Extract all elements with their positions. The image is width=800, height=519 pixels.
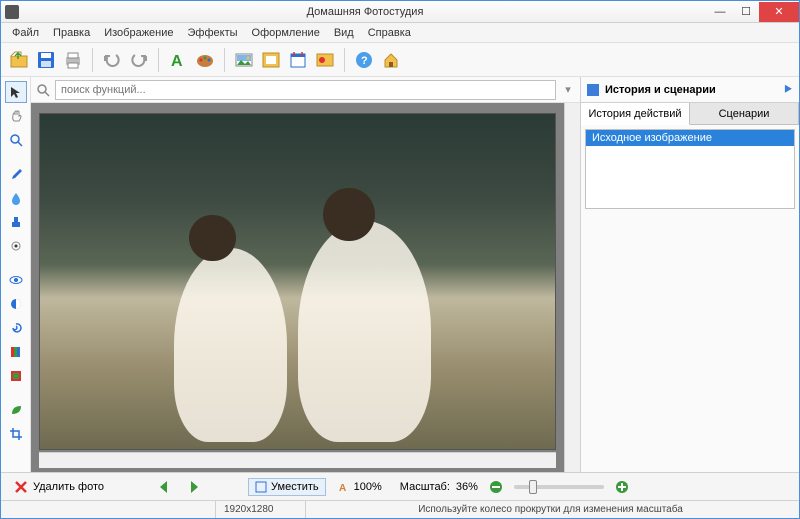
contrast-tool[interactable]	[5, 293, 27, 315]
menu-edit[interactable]: Правка	[46, 25, 97, 41]
app-icon	[5, 5, 19, 19]
zoom-100-button[interactable]: A 100%	[332, 479, 388, 495]
menu-effects[interactable]: Эффекты	[181, 25, 245, 41]
history-item[interactable]: Исходное изображение	[586, 130, 794, 146]
help-button[interactable]: ?	[352, 48, 376, 72]
right-panel: История и сценарии ⯈ История действий Сц…	[580, 77, 799, 472]
panel-header: История и сценарии ⯈	[581, 77, 799, 103]
zoom-tool[interactable]	[5, 129, 27, 151]
canvas[interactable]	[31, 103, 564, 472]
lighten-tool[interactable]	[5, 235, 27, 257]
save-button[interactable]	[34, 48, 58, 72]
open-button[interactable]	[7, 48, 31, 72]
search-dropdown[interactable]: ▾	[560, 83, 576, 96]
tab-scenarios[interactable]: Сценарии	[690, 103, 799, 124]
menu-help[interactable]: Справка	[361, 25, 418, 41]
zoom-in-button[interactable]	[610, 475, 634, 499]
v-scrollbar[interactable]	[564, 103, 580, 472]
history-icon	[587, 84, 599, 96]
fit-icon	[255, 481, 267, 493]
svg-text:A: A	[171, 53, 183, 70]
color-bars-tool[interactable]	[5, 341, 27, 363]
titlebar: Домашняя Фотостудия — ☐ ✕	[1, 1, 799, 23]
search-bar: ▾	[31, 77, 580, 103]
svg-text:A: A	[339, 483, 346, 493]
window-title: Домашняя Фотостудия	[23, 6, 707, 18]
clone-tool[interactable]	[5, 211, 27, 233]
text-button[interactable]: A	[166, 48, 190, 72]
pointer-tool[interactable]	[5, 81, 27, 103]
close-button[interactable]: ✕	[759, 2, 799, 22]
status-bar: 1920x1280 Используйте колесо прокрутки д…	[1, 500, 799, 518]
effects-tool[interactable]	[5, 365, 27, 387]
print-button[interactable]	[61, 48, 85, 72]
search-icon	[35, 82, 51, 98]
home-button[interactable]	[379, 48, 403, 72]
hand-tool[interactable]	[5, 105, 27, 127]
calendar-button[interactable]	[286, 48, 310, 72]
history-list[interactable]: Исходное изображение	[585, 129, 795, 209]
delete-photo-button[interactable]: Удалить фото	[7, 477, 110, 497]
menu-file[interactable]: Файл	[5, 25, 46, 41]
scale-label: Масштаб:	[400, 481, 450, 493]
delete-icon	[13, 479, 29, 495]
postcard-button[interactable]	[313, 48, 337, 72]
zoom-slider[interactable]	[514, 485, 604, 489]
tool-palette	[1, 77, 31, 472]
menu-image[interactable]: Изображение	[97, 25, 180, 41]
next-button[interactable]	[182, 475, 206, 499]
tab-history[interactable]: История действий	[581, 103, 690, 125]
maximize-button[interactable]: ☐	[733, 2, 759, 22]
prev-button[interactable]	[152, 475, 176, 499]
status-hint: Используйте колесо прокрутки для изменен…	[305, 501, 795, 518]
svg-text:?: ?	[361, 55, 368, 67]
main-toolbar: A ?	[1, 43, 799, 77]
panel-title: История и сценарии	[605, 84, 716, 96]
fit-button[interactable]: Уместить	[248, 478, 326, 496]
drop-tool[interactable]	[5, 187, 27, 209]
redo-button[interactable]	[127, 48, 151, 72]
minimize-button[interactable]: —	[707, 2, 733, 22]
menubar: Файл Правка Изображение Эффекты Оформлен…	[1, 23, 799, 43]
h-scrollbar[interactable]	[39, 452, 556, 468]
menu-view[interactable]: Вид	[327, 25, 361, 41]
palette-button[interactable]	[193, 48, 217, 72]
photo-image	[39, 113, 556, 450]
scale-value: 36%	[456, 481, 478, 493]
a-icon: A	[338, 481, 350, 493]
status-dimensions: 1920x1280	[215, 501, 305, 518]
picture-button[interactable]	[232, 48, 256, 72]
bottom-toolbar: Удалить фото Уместить A 100% Масштаб: 36…	[1, 472, 799, 500]
zoom-out-button[interactable]	[484, 475, 508, 499]
eye-tool[interactable]	[5, 269, 27, 291]
search-input[interactable]	[55, 80, 556, 100]
frame-button[interactable]	[259, 48, 283, 72]
collapse-icon[interactable]: ⯈	[783, 82, 793, 98]
leaf-tool[interactable]	[5, 399, 27, 421]
brush-tool[interactable]	[5, 163, 27, 185]
swirl-tool[interactable]	[5, 317, 27, 339]
menu-decoration[interactable]: Оформление	[245, 25, 327, 41]
crop-tool[interactable]	[5, 423, 27, 445]
undo-button[interactable]	[100, 48, 124, 72]
